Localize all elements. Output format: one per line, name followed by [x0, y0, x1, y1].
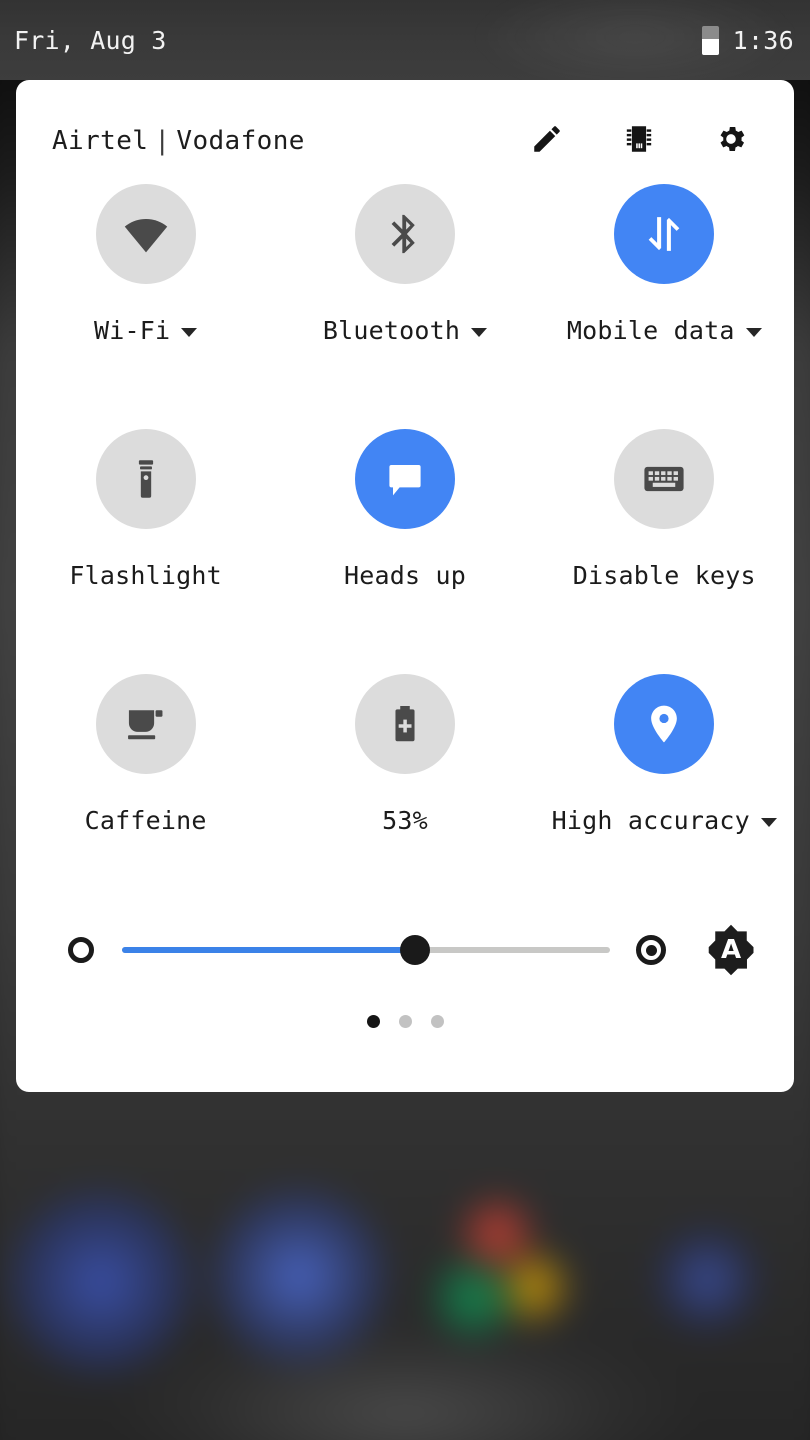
edit-icon[interactable]	[530, 122, 564, 160]
battery-plus-icon	[395, 706, 415, 742]
page-dot[interactable]	[366, 1015, 380, 1028]
quick-settings-header: Airtel | Vodafone	[16, 80, 794, 160]
tile-battery-saver-circle[interactable]	[354, 674, 455, 774]
tile-location[interactable]: High accuracy	[544, 674, 784, 835]
bluetooth-icon	[391, 214, 415, 254]
auto-brightness-letter: A	[720, 935, 742, 965]
tile-label: Heads up	[343, 561, 466, 590]
tile-battery-saver-label-row: 53%	[382, 806, 428, 835]
page-dot[interactable]	[398, 1015, 412, 1028]
tile-location-label-row: High accuracy	[552, 806, 777, 835]
quick-settings-panel: Airtel | Vodafone Wi-Fi Bluetooth Mobile…	[16, 80, 794, 1092]
tile-row: Caffeine 53% High accuracy	[16, 674, 794, 919]
status-right-cluster: 1:36	[701, 25, 794, 55]
tile-wifi-circle[interactable]	[95, 184, 196, 284]
tile-flashlight-circle[interactable]	[95, 429, 196, 529]
tile-flashlight-label-row: Flashlight	[69, 561, 222, 590]
tile-heads-up[interactable]: Heads up	[285, 429, 525, 590]
chevron-down-icon[interactable]	[471, 327, 488, 337]
status-time: 1:36	[732, 25, 794, 55]
flashlight-icon	[138, 460, 153, 498]
chevron-down-icon[interactable]	[745, 327, 762, 337]
tile-disable-keys-circle[interactable]	[614, 429, 715, 529]
tile-label: Wi-Fi	[94, 316, 171, 345]
tile-location-circle[interactable]	[614, 674, 715, 774]
tile-label: Mobile data	[566, 316, 735, 345]
tile-mobile-data[interactable]: Mobile data	[544, 184, 784, 345]
memory-chip-icon[interactable]	[622, 122, 656, 160]
carrier-separator: |	[154, 126, 171, 156]
mobile-data-icon	[648, 217, 680, 251]
location-pin-icon	[651, 705, 678, 743]
tile-label: 53%	[382, 806, 428, 835]
brightness-slider[interactable]	[122, 933, 610, 967]
tile-disable-keys[interactable]: Disable keys	[544, 429, 784, 590]
phone-screen: Fri, Aug 3 1:36 Airtel | Vodafone Wi-Fi …	[0, 0, 810, 1440]
tile-heads-up-label-row: Heads up	[344, 561, 466, 590]
tile-label: High accuracy	[551, 806, 750, 835]
page-dot[interactable]	[430, 1015, 444, 1028]
auto-brightness-icon[interactable]: A	[704, 923, 758, 977]
tile-heads-up-circle[interactable]	[354, 429, 455, 529]
tile-row: Wi-Fi Bluetooth Mobile data	[16, 184, 794, 429]
carrier-primary: Airtel	[52, 126, 149, 156]
page-indicator	[16, 1015, 794, 1028]
chevron-down-icon[interactable]	[181, 327, 198, 337]
tile-caffeine-circle[interactable]	[95, 674, 196, 774]
tile-row: Flashlight Heads up Disable keys	[16, 429, 794, 674]
tile-label: Disable keys	[572, 561, 756, 590]
battery-icon	[701, 25, 719, 55]
tile-disable-keys-label-row: Disable keys	[573, 561, 756, 590]
status-bar: Fri, Aug 3 1:36	[0, 0, 810, 80]
brightness-high-icon[interactable]	[636, 935, 666, 965]
header-icon-group	[530, 122, 748, 160]
tile-flashlight[interactable]: Flashlight	[26, 429, 266, 590]
tile-caffeine[interactable]: Caffeine	[26, 674, 266, 835]
quick-settings-tiles: Wi-Fi Bluetooth Mobile data Flashlight H…	[16, 160, 794, 919]
tile-caffeine-label-row: Caffeine	[85, 806, 207, 835]
wifi-icon	[124, 219, 167, 253]
brightness-slider-fill	[122, 947, 415, 953]
tile-mobile-data-label-row: Mobile data	[567, 316, 762, 345]
tile-label: Flashlight	[69, 561, 222, 590]
carrier-secondary: Vodafone	[176, 126, 305, 156]
brightness-row: A	[16, 919, 794, 977]
carrier-label: Airtel | Vodafone	[52, 126, 305, 156]
tile-label: Caffeine	[84, 806, 207, 835]
keyboard-icon	[644, 466, 684, 492]
tile-bluetooth-circle[interactable]	[354, 184, 455, 284]
tile-wifi[interactable]: Wi-Fi	[26, 184, 266, 345]
chevron-down-icon[interactable]	[760, 817, 777, 827]
tile-mobile-data-circle[interactable]	[614, 184, 715, 284]
settings-gear-icon[interactable]	[714, 122, 748, 160]
status-date: Fri, Aug 3	[14, 25, 167, 55]
tile-battery-saver[interactable]: 53%	[285, 674, 525, 835]
coffee-cup-icon	[127, 710, 163, 740]
brightness-low-icon[interactable]	[68, 937, 94, 963]
tile-bluetooth-label-row: Bluetooth	[322, 316, 488, 345]
chat-bubble-icon	[389, 465, 421, 496]
tile-bluetooth[interactable]: Bluetooth	[285, 184, 525, 345]
tile-wifi-label-row: Wi-Fi	[94, 316, 198, 345]
tile-label: Bluetooth	[322, 316, 461, 345]
battery-fill	[701, 39, 719, 55]
brightness-slider-thumb[interactable]	[399, 935, 430, 965]
